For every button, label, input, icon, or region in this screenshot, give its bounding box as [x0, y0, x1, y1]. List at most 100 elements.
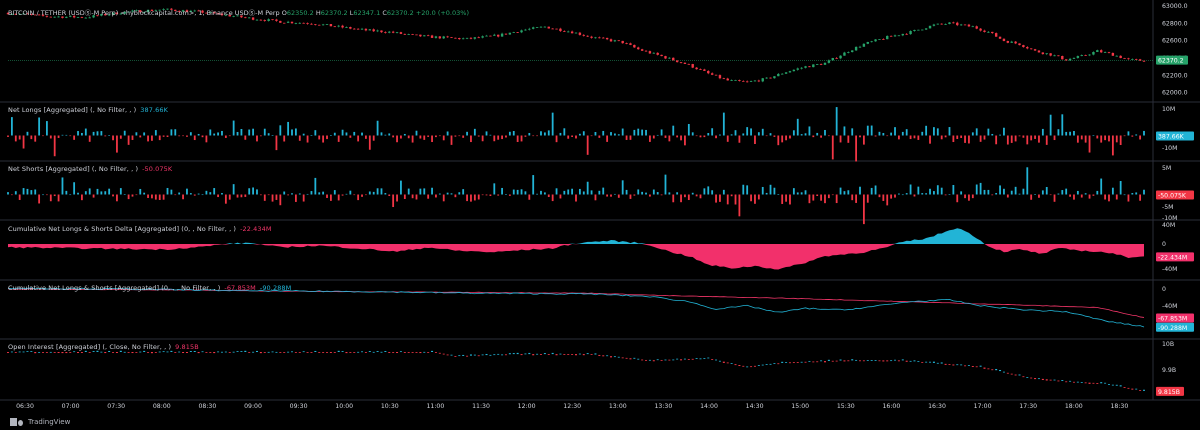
net-shorts-bar	[450, 193, 453, 195]
net-longs-bar	[446, 131, 449, 136]
candle-body	[804, 66, 807, 68]
net-longs-bar	[361, 132, 363, 136]
net-shorts-bar	[687, 194, 690, 201]
net-shorts-tick: -5M	[1162, 204, 1174, 211]
price-tick-label: 62000.0	[1162, 90, 1188, 97]
net-longs-bar	[454, 135, 457, 137]
oi-candle	[586, 353, 589, 355]
net-shorts-bar	[921, 193, 924, 195]
net-longs-bar	[1003, 127, 1005, 136]
net-longs-bar	[878, 131, 881, 136]
candle-body	[302, 22, 305, 24]
oi-candle	[291, 351, 293, 353]
candle-body	[524, 29, 527, 31]
net-longs-bar	[14, 135, 17, 142]
net-shorts-bar	[929, 188, 931, 195]
net-shorts-bar	[754, 194, 756, 204]
oi-candle	[279, 352, 282, 353]
oi-candle	[259, 352, 262, 354]
net-longs-bar	[827, 135, 830, 137]
candle-body	[259, 19, 263, 21]
net-shorts-bar	[411, 194, 414, 199]
net-shorts-bar	[633, 194, 636, 196]
candle-body	[609, 39, 613, 42]
oi-candle	[446, 354, 449, 356]
oi-candle	[283, 352, 286, 353]
net-shorts-bar	[485, 194, 488, 196]
net-longs-bar	[699, 135, 702, 138]
oi-candle	[88, 352, 91, 353]
net-longs-bar	[178, 135, 181, 137]
candle-body	[454, 37, 457, 39]
net-longs-bar	[1010, 135, 1013, 143]
net-longs-bar	[602, 130, 605, 136]
oi-candle	[275, 351, 278, 353]
net-longs-bar	[551, 112, 554, 136]
candle-body	[605, 37, 609, 40]
candle-body	[520, 30, 523, 33]
net-longs-bar	[458, 135, 461, 137]
net-shorts-bar	[427, 194, 430, 199]
candle-body	[874, 39, 877, 42]
oi-candle	[69, 352, 72, 353]
net-shorts-bar	[999, 185, 1001, 195]
oi-candle	[878, 360, 881, 362]
net-longs-bar	[1092, 135, 1095, 137]
oi-candle	[971, 366, 974, 368]
oi-candle	[944, 363, 947, 365]
net-shorts-bar	[800, 192, 803, 195]
time-tick-label: 14:30	[746, 403, 764, 410]
net-shorts-bar	[824, 194, 826, 204]
oi-candle	[831, 360, 834, 362]
oi-candle	[528, 352, 531, 355]
net-longs-bar	[151, 135, 153, 141]
oi-candle	[1076, 381, 1079, 383]
oi-candle	[1018, 374, 1021, 376]
net-shorts-bar	[1057, 193, 1060, 195]
net-longs-bar	[598, 135, 601, 138]
tradingview-brand[interactable]: TradingView	[10, 418, 70, 426]
net-shorts-bar	[960, 191, 963, 195]
net-shorts-bar	[294, 194, 297, 202]
oi-candle	[380, 351, 383, 353]
net-shorts-bar	[563, 190, 566, 195]
candle-body	[481, 36, 484, 38]
oi-candle	[271, 351, 274, 353]
net-longs-bar	[407, 135, 410, 139]
net-longs-bar	[1088, 135, 1091, 153]
oi-candle	[551, 352, 554, 355]
candle-body	[325, 24, 329, 25]
candle-body	[971, 26, 975, 28]
net-shorts-bar	[586, 181, 589, 195]
net-shorts-bar	[178, 192, 181, 195]
net-longs-bar	[796, 118, 799, 136]
candle-body	[559, 28, 562, 32]
candle-body	[310, 23, 313, 25]
candle-body	[602, 37, 605, 39]
net-shorts-bar	[291, 193, 293, 195]
oi-candle	[1057, 380, 1060, 382]
net-longs-bar	[563, 128, 566, 136]
net-shorts-bar	[765, 192, 768, 195]
oi-candle	[224, 351, 227, 353]
net-longs-bar	[559, 132, 562, 136]
net-longs-bar	[396, 135, 398, 143]
net-longs-bar	[104, 135, 107, 137]
net-longs-bar	[769, 133, 772, 136]
net-longs-bar	[84, 128, 87, 136]
time-tick-label: 16:00	[882, 403, 900, 410]
net-longs-bar	[10, 117, 13, 136]
candle-body	[851, 50, 854, 53]
candle-body	[570, 31, 574, 34]
oi-candle	[38, 351, 41, 353]
net-longs-bar	[948, 127, 951, 136]
net-longs-bar	[606, 135, 609, 142]
oi-candle	[22, 351, 25, 353]
net-shorts-bar	[1022, 188, 1025, 195]
candle-body	[1096, 50, 1099, 52]
net-longs-bar	[1143, 130, 1145, 136]
candle-body	[574, 32, 578, 34]
net-shorts-bar	[53, 194, 56, 197]
net-longs-bar	[909, 135, 912, 140]
oi-candle	[1022, 376, 1025, 378]
